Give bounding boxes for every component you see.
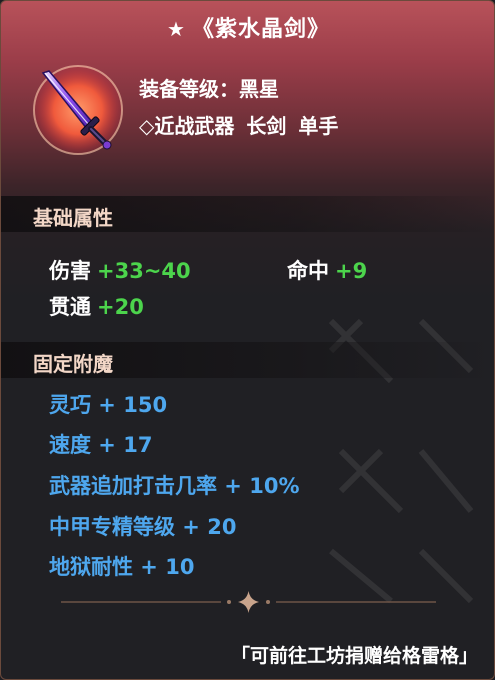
- ornament-divider: [61, 591, 436, 613]
- item-title: ★ 《紫水晶剑》: [1, 11, 494, 43]
- basic-attributes-header: 基础属性: [1, 196, 494, 232]
- item-name: 《紫水晶剑》: [191, 17, 330, 42]
- stat-label: 命中: [287, 259, 329, 283]
- type-weapon: 长剑: [246, 114, 287, 138]
- section-title: 固定附魔: [33, 352, 113, 376]
- star-icon: ★: [167, 17, 186, 41]
- stat-value: +33~40: [97, 259, 191, 283]
- equip-level-label: 装备等级：: [139, 77, 239, 101]
- equip-level: 装备等级：黑星: [139, 73, 279, 102]
- stat-label: 伤害: [49, 259, 91, 283]
- stat-damage: 伤害 +33~40: [49, 255, 191, 285]
- stat-value: +20: [97, 295, 144, 319]
- enchant-line: 灵巧 + 150: [49, 393, 168, 417]
- enchant-line: 速度 + 17: [49, 433, 153, 457]
- item-type: ◇近战武器 长剑 单手: [139, 110, 338, 139]
- item-tooltip: ★ 《紫水晶剑》 装备等级：黑星 ◇近战武器 长剑 单手 基础属性 伤害 +33…: [0, 0, 495, 680]
- type-hand: 单手: [298, 114, 339, 138]
- type-category: 近战武器: [154, 114, 235, 138]
- enchant-line: 地狱耐性 + 10: [49, 555, 195, 579]
- stat-value: +9: [335, 259, 368, 283]
- stat-label: 贯通: [49, 295, 91, 319]
- item-icon-frame: [31, 63, 125, 157]
- stat-penetration: 贯通 +20: [49, 291, 144, 321]
- enchant-line: 武器追加打击几率 + 10%: [49, 474, 300, 498]
- item-footer-note: 「可前往工坊捐赠给格雷格」: [230, 645, 478, 667]
- purple-sword-icon: [33, 65, 123, 155]
- enchant-line: 中甲专精等级 + 20: [49, 515, 237, 539]
- fixed-enchant-header: 固定附魔: [1, 342, 494, 378]
- stat-accuracy: 命中 +9: [287, 255, 367, 285]
- section-title: 基础属性: [33, 206, 113, 230]
- sparkle-icon: [238, 591, 259, 613]
- diamond-icon: ◇: [139, 114, 155, 138]
- equip-level-value: 黑星: [239, 77, 279, 101]
